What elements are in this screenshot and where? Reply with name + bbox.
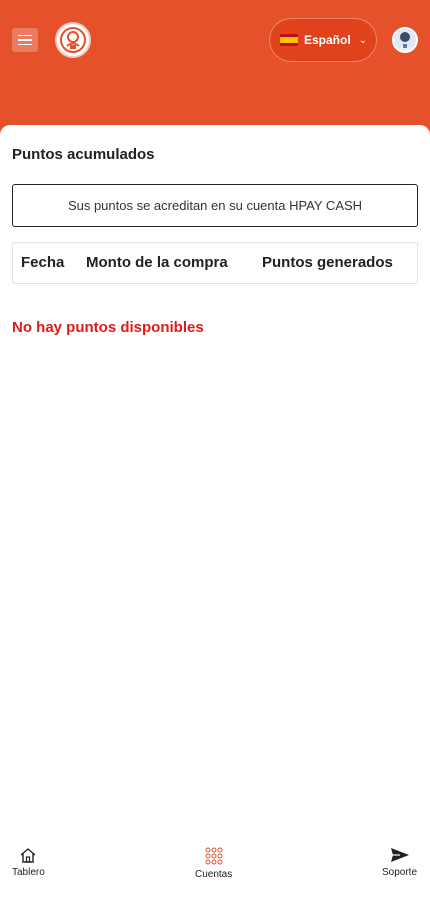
points-table-header: Fecha Monto de la compra Puntos generado… [12,242,418,284]
top-header: Español ⌄ [0,0,430,140]
nav-label-tablero: Tablero [12,867,45,878]
nav-item-tablero[interactable]: Tablero [12,847,45,878]
nav-label-cuentas: Cuentas [195,869,233,880]
empty-state-message: No hay puntos disponibles [12,319,204,336]
column-header-fecha: Fecha [21,254,65,271]
column-header-puntos: Puntos generados [262,254,393,271]
points-card: Puntos acumulados Sus puntos se acredita… [0,125,430,835]
send-icon [390,848,409,862]
language-selector[interactable]: Español ⌄ [269,18,377,62]
spain-flag-icon [280,34,298,46]
language-label: Español [304,33,351,47]
brand-logo[interactable] [55,22,91,58]
nav-item-soporte[interactable]: Soporte [382,847,417,878]
bottom-navigation: Tablero Cuentas Soporte [0,833,430,900]
points-notice: Sus puntos se acreditan en su cuenta HPA… [12,184,418,227]
grid-icon [205,847,223,865]
user-avatar[interactable] [392,27,418,53]
hamburger-menu-icon[interactable] [12,28,38,52]
nav-label-soporte: Soporte [382,867,418,878]
nav-item-cuentas[interactable]: Cuentas [195,847,232,880]
home-icon [20,848,36,863]
chevron-down-icon: ⌄ [358,34,368,46]
column-header-monto: Monto de la compra [86,254,228,271]
page-title: Puntos acumulados [12,146,155,163]
